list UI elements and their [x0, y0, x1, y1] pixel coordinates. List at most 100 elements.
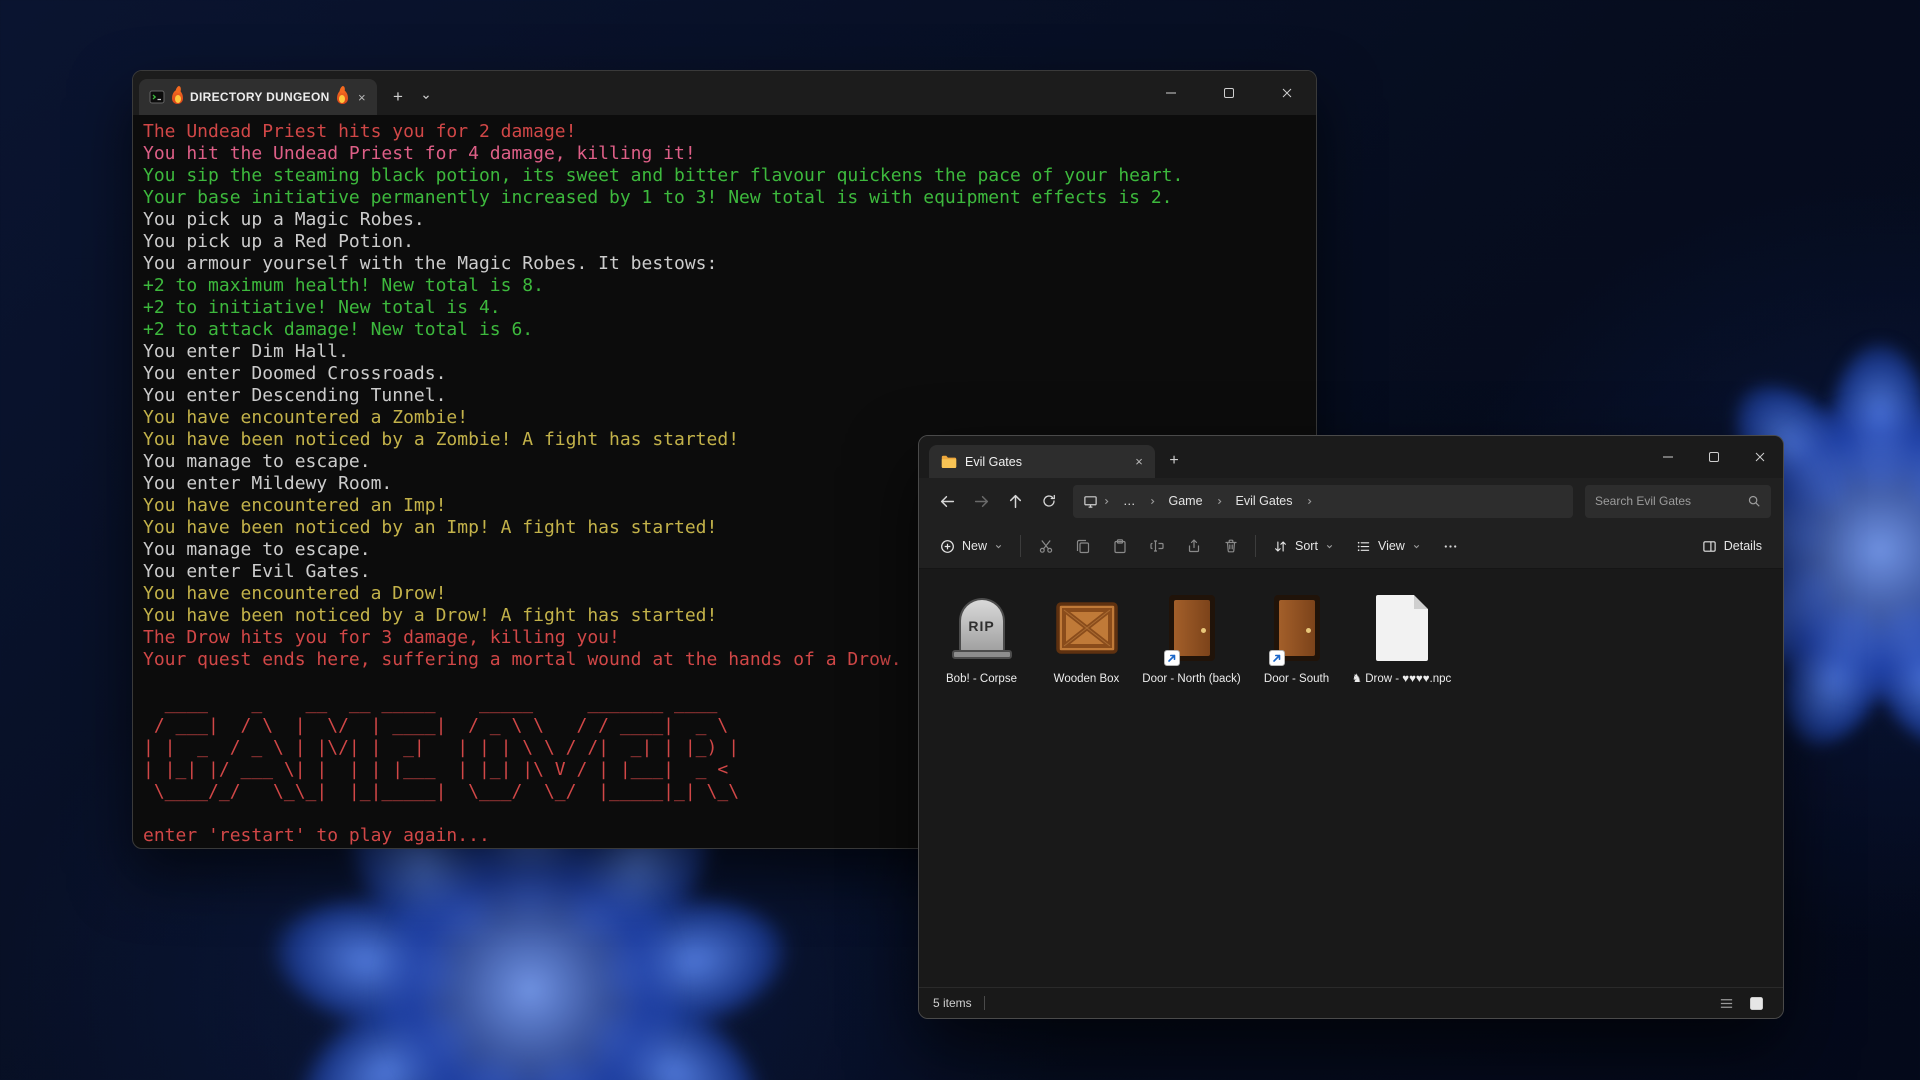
wallpaper-petal — [1815, 478, 1920, 706]
explorer-address-bar: … Game Evil Gates Search Evil Gates — [919, 478, 1783, 524]
explorer-new-tab-button[interactable]: + — [1159, 446, 1189, 476]
explorer-command-bar: New Sort — [919, 524, 1783, 569]
details-button-label: Details — [1724, 539, 1762, 553]
file-item[interactable]: Wooden Box — [1034, 583, 1139, 690]
view-button[interactable]: View — [1345, 529, 1432, 563]
details-button[interactable]: Details — [1691, 529, 1773, 563]
explorer-tab[interactable]: Evil Gates × — [929, 445, 1155, 478]
terminal-log-line: You enter Doomed Crossroads. — [143, 363, 1306, 385]
status-divider — [984, 996, 985, 1010]
search-placeholder: Search Evil Gates — [1595, 494, 1741, 508]
door-icon — [1152, 587, 1232, 669]
rename-button[interactable] — [1138, 529, 1175, 563]
wallpaper-petal — [1810, 492, 1920, 766]
file-item[interactable]: Door - South — [1244, 583, 1349, 690]
breadcrumb-item[interactable]: Evil Gates — [1228, 491, 1301, 511]
terminal-log-line: You enter Dim Hall. — [143, 341, 1306, 363]
terminal-log-line: You hit the Undead Priest for 4 damage, … — [143, 143, 1306, 165]
shortcut-arrow-badge — [1164, 650, 1180, 666]
wallpaper-petal — [261, 871, 592, 1073]
share-button[interactable] — [1175, 529, 1212, 563]
chevron-down-icon — [1325, 542, 1334, 551]
flame-icon — [172, 90, 183, 104]
terminal-tab-dropdown-button[interactable] — [413, 82, 439, 112]
desktop[interactable]: { "wallpaper": { "base_color": "#060d1f"… — [0, 0, 1920, 1080]
chevron-down-icon — [1412, 542, 1421, 551]
new-button[interactable]: New — [929, 529, 1014, 563]
explorer-window: Evil Gates × + — [918, 435, 1784, 1019]
delete-button[interactable] — [1212, 529, 1249, 563]
chevron-right-icon[interactable] — [1102, 497, 1111, 506]
large-icons-view-toggle[interactable] — [1743, 991, 1769, 1015]
cut-button[interactable] — [1027, 529, 1064, 563]
more-options-button[interactable] — [1432, 529, 1469, 563]
crate-icon — [1047, 587, 1127, 669]
paste-button[interactable] — [1101, 529, 1138, 563]
file-name: Door - North (back) — [1142, 672, 1240, 686]
sort-button[interactable]: Sort — [1262, 529, 1345, 563]
details-pane-icon — [1702, 539, 1717, 554]
terminal-close-button[interactable] — [1258, 71, 1316, 115]
chevron-right-icon[interactable] — [1148, 497, 1157, 506]
chevron-down-icon — [994, 542, 1003, 551]
breadcrumb[interactable]: … Game Evil Gates — [1073, 485, 1573, 518]
breadcrumb-item[interactable]: Game — [1161, 491, 1211, 511]
explorer-tab-title: Evil Gates — [965, 455, 1121, 469]
file-name: Bob! - Corpse — [946, 672, 1017, 686]
terminal-maximize-button[interactable] — [1200, 71, 1258, 115]
refresh-button[interactable] — [1033, 485, 1065, 517]
forward-button[interactable] — [965, 485, 997, 517]
terminal-app-icon — [149, 89, 165, 105]
wallpaper-petal — [468, 871, 799, 1073]
terminal-log-line: You pick up a Red Potion. — [143, 231, 1306, 253]
terminal-log-line: +2 to initiative! New total is 4. — [143, 297, 1306, 319]
terminal-log-line: You have encountered a Zombie! — [143, 407, 1306, 429]
terminal-titlebar[interactable]: DIRECTORY DUNGEON × + — [133, 71, 1316, 115]
explorer-minimize-button[interactable] — [1645, 436, 1691, 478]
search-box[interactable]: Search Evil Gates — [1585, 485, 1771, 518]
chevron-right-icon[interactable] — [1305, 497, 1314, 506]
file-icon — [1362, 587, 1442, 669]
explorer-close-button[interactable] — [1737, 436, 1783, 478]
terminal-minimize-button[interactable] — [1142, 71, 1200, 115]
file-item[interactable]: ♞ Drow - ♥♥♥♥.npc — [1349, 583, 1454, 690]
new-plus-icon — [940, 539, 955, 554]
wallpaper-petal — [1808, 352, 1920, 619]
explorer-file-area[interactable]: RIP Bob! - Corpse Wooden Box Door - North (… — [919, 569, 1783, 987]
this-pc-icon[interactable] — [1083, 494, 1098, 509]
terminal-tab-title: DIRECTORY DUNGEON — [190, 90, 330, 104]
tombstone-icon: RIP — [942, 587, 1022, 669]
file-name: Wooden Box — [1054, 672, 1120, 686]
terminal-log-line: +2 to maximum health! New total is 8. — [143, 275, 1306, 297]
terminal-log-line: You pick up a Magic Robes. — [143, 209, 1306, 231]
flame-icon — [337, 90, 348, 104]
details-view-toggle[interactable] — [1713, 991, 1739, 1015]
copy-button[interactable] — [1064, 529, 1101, 563]
terminal-tab-close-button[interactable]: × — [355, 87, 369, 107]
file-name: Door - South — [1264, 672, 1329, 686]
chevron-right-icon[interactable] — [1215, 497, 1224, 506]
explorer-titlebar[interactable]: Evil Gates × + — [919, 436, 1783, 478]
up-button[interactable] — [999, 485, 1031, 517]
view-button-label: View — [1378, 539, 1405, 553]
file-item[interactable]: Door - North (back) — [1139, 583, 1244, 690]
sort-icon — [1273, 539, 1288, 554]
terminal-log-line: +2 to attack damage! New total is 6. — [143, 319, 1306, 341]
file-item[interactable]: RIP Bob! - Corpse — [929, 583, 1034, 690]
terminal-log-line: You armour yourself with the Magic Robes… — [143, 253, 1306, 275]
terminal-new-tab-button[interactable]: + — [383, 82, 413, 112]
new-button-label: New — [962, 539, 987, 553]
wallpaper-bloom-core — [380, 840, 680, 1080]
terminal-tab[interactable]: DIRECTORY DUNGEON × — [139, 79, 377, 115]
explorer-status-bar: 5 items — [919, 987, 1783, 1018]
folder-icon — [941, 455, 957, 468]
wallpaper-petal — [449, 900, 792, 1080]
wallpaper-petal — [267, 900, 610, 1080]
explorer-tab-close-button[interactable]: × — [1129, 452, 1149, 472]
shortcut-arrow-badge — [1269, 650, 1285, 666]
terminal-log-line: You sip the steaming black potion, its s… — [143, 165, 1306, 187]
back-button[interactable] — [931, 485, 963, 517]
explorer-maximize-button[interactable] — [1691, 436, 1737, 478]
door-icon — [1257, 587, 1337, 669]
breadcrumb-item[interactable]: … — [1115, 491, 1144, 511]
